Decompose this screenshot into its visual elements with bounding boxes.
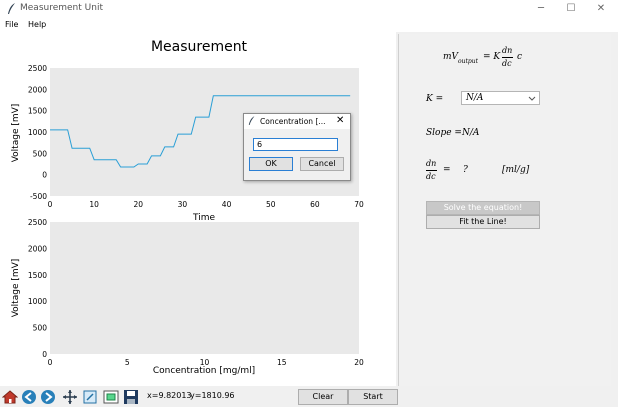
home-icon[interactable] xyxy=(2,389,18,405)
cursor-y-readout: y=1810.96 xyxy=(190,391,235,400)
plot2-ylabel: Voltage [mV] xyxy=(11,259,21,318)
ok-button[interactable]: OK xyxy=(249,157,293,171)
equation-subscript: output xyxy=(458,58,479,65)
dialog-title-bar: Concentration [... ✕ xyxy=(244,114,350,129)
plot1-xtick-label: 30 xyxy=(178,200,188,209)
plot1-ytick-label: 2000 xyxy=(28,85,47,94)
equation-c: c xyxy=(517,52,523,62)
configure-subplots-icon[interactable] xyxy=(103,389,119,405)
figure-svg[interactable]: Measurement 25002000150010005000-500 0 10… xyxy=(0,32,396,386)
plot1-xtick-label: 40 xyxy=(222,200,232,209)
cancel-button[interactable]: Cancel xyxy=(300,157,344,171)
equation-dc: dc xyxy=(502,59,512,68)
plot1-ytick-label: 1500 xyxy=(28,107,47,116)
minimize-icon[interactable]: ─ xyxy=(532,1,550,17)
derivative-fraction-bar xyxy=(426,170,437,171)
pan-icon[interactable] xyxy=(62,389,78,405)
plot2-xtick-label: 5 xyxy=(125,358,130,367)
derivative-dn: dn xyxy=(426,159,437,168)
start-button[interactable]: Start xyxy=(348,389,398,405)
title-bar: Measurement Unit ─ ☐ ✕ xyxy=(0,0,618,18)
plot2-ytick-label: 1000 xyxy=(28,297,47,306)
slope-label: Slope = xyxy=(426,128,462,138)
solve-equation-button[interactable]: Solve the equation! xyxy=(426,201,540,215)
menu-bar: File Help xyxy=(0,18,618,32)
k-select-value: N/A xyxy=(466,93,484,103)
clear-button[interactable]: Clear xyxy=(298,389,348,405)
plot1-ytick-label: 1000 xyxy=(28,128,47,137)
plot1-ytick-label: 0 xyxy=(42,171,47,180)
plot1-ytick-label: -500 xyxy=(30,192,47,201)
maximize-icon[interactable]: ☐ xyxy=(562,1,580,17)
plot2-ytick-label: 500 xyxy=(33,324,48,333)
derivative-dc: dc xyxy=(426,172,436,181)
plot1-xlabel: Time xyxy=(192,213,215,223)
plot2-xtick-label: 0 xyxy=(48,358,53,367)
fit-line-button[interactable]: Fit the Line! xyxy=(426,215,540,229)
concentration-input[interactable]: 6 xyxy=(253,138,338,151)
equation-dn: dn xyxy=(502,46,513,55)
plot2-ytick-label: 1500 xyxy=(28,271,47,280)
app-window: Measurement Unit ─ ☐ ✕ File Help Measure… xyxy=(0,0,618,407)
chevron-down-icon xyxy=(528,96,536,101)
plot2-area[interactable] xyxy=(50,222,359,354)
plot2-xlabel: Concentration [mg/ml] xyxy=(153,366,255,376)
menu-help[interactable]: Help xyxy=(28,20,46,29)
forward-icon[interactable] xyxy=(40,389,56,405)
equation-lhs: mV xyxy=(443,52,459,62)
plot1-ytick-label: 500 xyxy=(33,149,48,158)
menu-file[interactable]: File xyxy=(5,20,18,29)
equation-k: = K xyxy=(483,52,501,62)
plot2-ytick-label: 2500 xyxy=(28,218,47,227)
zoom-icon[interactable] xyxy=(82,389,98,405)
close-icon[interactable]: ✕ xyxy=(592,1,610,17)
plot-canvas[interactable]: Measurement 2500 2000 1500 1000 500 0 -500 0 10… xyxy=(0,32,396,386)
plot1-xtick-label: 60 xyxy=(310,200,320,209)
dialog-title: Concentration [... xyxy=(260,117,326,126)
k-select[interactable]: N/A xyxy=(461,91,540,105)
slope-value: N/A xyxy=(462,128,480,138)
k-label: K = xyxy=(426,94,444,104)
plot1-ylabel: Voltage [mV] xyxy=(11,104,21,163)
plot1-xtick-label: 20 xyxy=(134,200,144,209)
close-icon[interactable]: ✕ xyxy=(336,115,344,126)
plot1-xtick-label: 0 xyxy=(48,200,53,209)
plot1-xtick-label: 50 xyxy=(266,200,276,209)
concentration-input-value: 6 xyxy=(257,140,263,149)
save-icon[interactable] xyxy=(123,389,139,405)
derivative-value: ? xyxy=(463,165,468,175)
plot-toolbar: x=9.82013 y=1810.96 Clear Start xyxy=(0,387,618,407)
feather-icon xyxy=(8,3,15,14)
plot1-xtick-label: 70 xyxy=(354,200,364,209)
plot2-xtick-label: 15 xyxy=(277,358,287,367)
plot1-ytick-label: 2500 xyxy=(28,64,47,73)
feather-icon xyxy=(248,116,255,125)
window-title: Measurement Unit xyxy=(20,3,103,13)
plot2-xtick-label: 20 xyxy=(354,358,364,367)
plot2-ytick-label: 2000 xyxy=(28,244,47,253)
concentration-dialog: Concentration [... ✕ 6 OK Cancel xyxy=(243,113,351,181)
derivative-equals: = xyxy=(443,165,451,175)
back-icon[interactable] xyxy=(21,389,37,405)
plot1-xtick-label: 10 xyxy=(89,200,99,209)
plot1-title: Measurement xyxy=(151,39,248,55)
derivative-unit: [ml/g] xyxy=(502,165,530,175)
plot2-ytick-label: 0 xyxy=(42,350,47,359)
equation-fraction-bar xyxy=(502,57,513,58)
cursor-x-readout: x=9.82013 xyxy=(147,391,192,400)
